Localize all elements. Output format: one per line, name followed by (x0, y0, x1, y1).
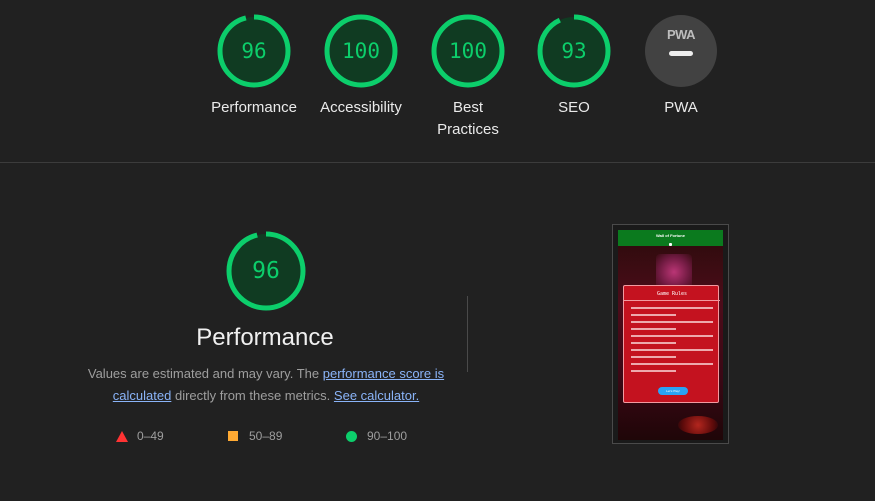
performance-gauge-large: 96 (225, 230, 307, 312)
gauge-ring: 93 (536, 13, 612, 89)
performance-description: Values are estimated and may vary. The p… (85, 363, 447, 407)
thumbnail-modal: Game Rules Let's Play! (623, 285, 720, 403)
gauge-performance[interactable]: 96 Performance (199, 13, 309, 119)
thumbnail-screen: Wall of Fortune Game Rules Let's Play! (618, 230, 723, 440)
section-divider (0, 162, 875, 163)
thumbnail-rules-text (631, 307, 713, 377)
circle-icon (346, 431, 357, 442)
gauge-score: 100 (342, 39, 380, 63)
triangle-icon (116, 431, 128, 442)
see-calculator-link[interactable]: See calculator. (334, 388, 419, 403)
text-line (631, 349, 713, 351)
pwa-dash-icon (669, 51, 693, 56)
gauge-best-practices[interactable]: 100 Best Practices (413, 13, 523, 141)
thumbnail-bottom-graphic (678, 416, 718, 434)
thumbnail-header: Wall of Fortune (618, 230, 723, 246)
text-line (631, 321, 713, 323)
thumbnail-header-title: Wall of Fortune (656, 233, 685, 238)
text-line (631, 307, 713, 309)
pwa-badge-text: PWA (666, 27, 696, 42)
gauge-label: SEO (558, 99, 590, 116)
gauge-label: Best Practices (437, 99, 499, 138)
legend-average-text: 50–89 (249, 429, 283, 443)
gauge-pwa[interactable]: PWA PWA (626, 13, 736, 119)
text-line (631, 314, 677, 316)
square-icon (228, 431, 238, 441)
thumbnail-play-button: Let's Play! (658, 387, 688, 395)
thumbnail-play-button-label: Let's Play! (666, 389, 680, 393)
gauge-label: Accessibility (320, 99, 402, 116)
thumbnail-dot (669, 243, 672, 246)
text-line (631, 370, 677, 372)
pwa-badge-icon: PWA (645, 15, 717, 87)
legend-pass-text: 90–100 (367, 429, 408, 443)
text-line (631, 335, 713, 337)
gauge-score: 96 (241, 39, 267, 63)
gauge-score: 93 (561, 39, 587, 63)
final-screenshot-thumbnail[interactable]: Wall of Fortune Game Rules Let's Play! (612, 224, 729, 444)
gauge-seo[interactable]: 93 SEO (519, 13, 629, 119)
thumbnail-modal-divider (624, 300, 720, 301)
gauge-ring: 96 (216, 13, 292, 89)
vertical-separator (467, 296, 468, 372)
gauge-ring: 100 (323, 13, 399, 89)
text-line (631, 356, 677, 358)
desc-text: Values are estimated and may vary. The (87, 366, 320, 381)
text-line (631, 363, 713, 365)
gauge-ring: 100 (430, 13, 506, 89)
gauge-label: PWA (664, 99, 698, 116)
text-line (631, 328, 677, 330)
legend-fail-text: 0–49 (137, 429, 164, 443)
performance-score: 96 (252, 258, 280, 284)
category-gauges: 96 Performance 100 Accessibility 100 Bes… (0, 0, 875, 162)
gauge-accessibility[interactable]: 100 Accessibility (306, 13, 416, 119)
text-line (631, 342, 677, 344)
performance-title: Performance (196, 324, 334, 351)
score-legend: 0–49 50–89 90–100 (0, 427, 460, 447)
gauge-label: Performance (211, 99, 297, 116)
thumbnail-modal-title: Game Rules (656, 291, 688, 297)
gauge-score: 100 (449, 39, 487, 63)
desc-text: directly from these metrics. (174, 388, 331, 403)
